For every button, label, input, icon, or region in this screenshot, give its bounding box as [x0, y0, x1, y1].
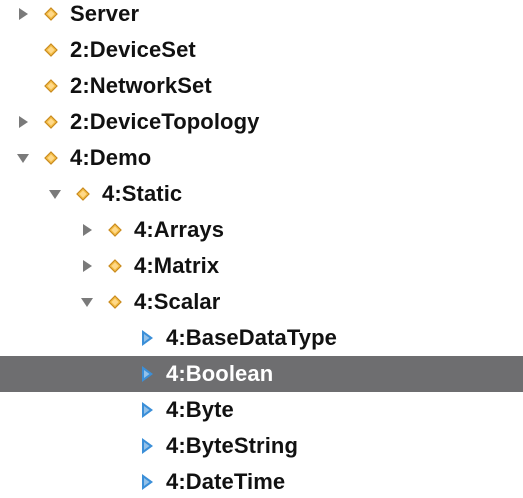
object-diamond-icon	[74, 185, 92, 203]
tree-node-label: 4:DateTime	[166, 469, 286, 494]
tree-node-label: 4:Scalar	[134, 289, 221, 314]
expander-collapsed-icon[interactable]	[78, 221, 96, 239]
tree-node-label: 4:Boolean	[166, 361, 274, 386]
variable-triangle-icon	[138, 365, 156, 383]
object-diamond-icon	[106, 257, 124, 275]
tree-node-label: 4:Demo	[70, 145, 152, 170]
expander-expanded-icon[interactable]	[14, 149, 32, 167]
tree-node-label: 4:Byte	[166, 397, 234, 422]
object-diamond-icon	[42, 77, 60, 95]
expander-expanded-icon[interactable]	[78, 293, 96, 311]
object-diamond-icon	[42, 5, 60, 23]
expander-collapsed-icon[interactable]	[14, 113, 32, 131]
object-diamond-icon	[106, 293, 124, 311]
tree-node-4-demo[interactable]: 4:Demo	[0, 140, 523, 176]
variable-triangle-icon	[138, 401, 156, 419]
tree-node-label: 4:BaseDataType	[166, 325, 337, 350]
tree-node-2-deviceset[interactable]: 2:DeviceSet	[0, 32, 523, 68]
tree-node-4-datetime[interactable]: 4:DateTime	[0, 464, 523, 498]
tree-node-2-devicetopology[interactable]: 2:DeviceTopology	[0, 104, 523, 140]
expander-collapsed-icon[interactable]	[14, 5, 32, 23]
tree-node-label: 4:Arrays	[134, 217, 225, 242]
tree-node-label: 4:Matrix	[134, 253, 220, 278]
tree-node-label: 2:DeviceTopology	[70, 109, 260, 134]
tree-node-4-basedatatype[interactable]: 4:BaseDataType	[0, 320, 523, 356]
tree-node-4-scalar[interactable]: 4:Scalar	[0, 284, 523, 320]
tree-view[interactable]: Server 2:DeviceSet 2:NetworkSet 2:DeviceTop…	[0, 0, 523, 498]
tree-node-4-byte[interactable]: 4:Byte	[0, 392, 523, 428]
tree-node-label: Server	[70, 1, 140, 26]
tree-node-label: 2:NetworkSet	[70, 73, 212, 98]
object-diamond-icon	[42, 149, 60, 167]
tree-node-server[interactable]: Server	[0, 0, 523, 32]
tree-node-2-networkset[interactable]: 2:NetworkSet	[0, 68, 523, 104]
variable-triangle-icon	[138, 437, 156, 455]
tree-node-4-boolean[interactable]: 4:Boolean	[0, 356, 523, 392]
tree-node-label: 4:ByteString	[166, 433, 298, 458]
tree-node-4-static[interactable]: 4:Static	[0, 176, 523, 212]
tree-node-4-arrays[interactable]: 4:Arrays	[0, 212, 523, 248]
variable-triangle-icon	[138, 473, 156, 491]
tree-node-4-matrix[interactable]: 4:Matrix	[0, 248, 523, 284]
expander-collapsed-icon[interactable]	[78, 257, 96, 275]
object-diamond-icon	[42, 113, 60, 131]
tree-node-label: 2:DeviceSet	[70, 37, 196, 62]
object-diamond-icon	[42, 41, 60, 59]
variable-triangle-icon	[138, 329, 156, 347]
tree-node-4-bytestring[interactable]: 4:ByteString	[0, 428, 523, 464]
expander-expanded-icon[interactable]	[46, 185, 64, 203]
tree-node-label: 4:Static	[102, 181, 183, 206]
object-diamond-icon	[106, 221, 124, 239]
